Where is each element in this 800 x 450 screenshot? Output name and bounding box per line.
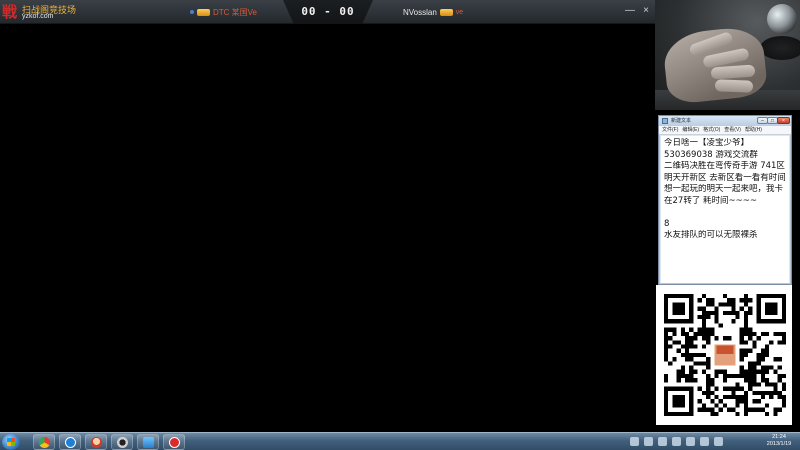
arcade-stick-base xyxy=(760,36,800,60)
webcam-finger xyxy=(714,79,754,93)
score-panel: 00 - 00 xyxy=(283,0,373,24)
notepad-blank-line xyxy=(664,207,786,219)
clock-date: 2013/1/19 xyxy=(766,441,792,447)
side-divider xyxy=(792,110,800,285)
menu-edit[interactable]: 编辑(E) xyxy=(682,126,699,134)
explorer-icon xyxy=(143,437,154,448)
rank-badge-icon xyxy=(197,8,210,16)
tray-app-icon[interactable] xyxy=(658,437,667,446)
player-right: NVosslan ve xyxy=(403,6,463,18)
player-left-name: DTC 某国Ve xyxy=(213,7,258,17)
notepad-line: 530369038 游戏交流群 xyxy=(664,149,758,160)
notepad-line: 8 xyxy=(664,218,670,229)
taskbar-app-chrome[interactable] xyxy=(33,434,55,450)
notepad-line: 二维码决胜在弯传奇手游 741区 xyxy=(664,161,785,171)
stream-viewport xyxy=(0,24,655,432)
stream-title-bar: 戦 扫战阁竞技场 yzkof.com DTC 某国Ve 00 - 00 NVos… xyxy=(0,0,655,24)
taskbar-app-explorer[interactable] xyxy=(137,434,159,450)
player-right-name: NVosslan xyxy=(403,7,437,17)
tray-flag-icon[interactable] xyxy=(714,437,723,446)
notepad-close-button[interactable]: × xyxy=(777,117,790,124)
taskbar-app-obs[interactable] xyxy=(111,434,133,450)
windows-flag-icon xyxy=(7,438,15,446)
clock-time: 21:24 xyxy=(772,434,786,440)
player-left: DTC 某国Ve xyxy=(190,6,257,18)
tray-network-icon[interactable] xyxy=(686,437,695,446)
windows-taskbar: 21:24 2013/1/19 xyxy=(0,432,800,450)
notepad-window: 新建文本 – □ × 文件(F) 编辑(E) 格式(O) 查看(V) 帮助(H)… xyxy=(658,115,792,285)
team-dot-icon xyxy=(190,10,194,14)
game-app-icon xyxy=(169,437,180,448)
rank-badge-icon xyxy=(439,8,453,16)
arcade-stick-ball xyxy=(767,4,797,34)
notepad-line: 明天开新区 去新区看一看有时间 xyxy=(664,172,786,183)
notepad-line: 在27转了 耗时间~~~~ xyxy=(664,195,758,206)
tray-app-icon[interactable] xyxy=(644,437,653,446)
player-right-tag: ve xyxy=(455,8,464,16)
menu-format[interactable]: 格式(O) xyxy=(703,126,720,134)
tray-volume-icon[interactable] xyxy=(700,437,709,446)
taskbar-app-avatar[interactable] xyxy=(85,434,107,450)
taskbar-clock[interactable]: 21:24 2013/1/19 xyxy=(762,434,796,448)
obs-icon xyxy=(117,437,128,448)
notepad-titlebar[interactable]: 新建文本 – □ × xyxy=(659,116,791,126)
notepad-menubar: 文件(F) 编辑(E) 格式(O) 查看(V) 帮助(H) xyxy=(659,126,791,135)
notepad-title: 新建文本 xyxy=(671,118,692,124)
game-avatar-icon xyxy=(91,437,102,448)
tray-keyboard-icon[interactable] xyxy=(630,437,639,446)
match-score: 00 - 00 xyxy=(301,5,355,18)
notepad-text-area[interactable]: 今日啥一【凌宝少爷】 530369038 游戏交流群 二维码决胜在弯传奇手游 7… xyxy=(661,136,789,283)
windows-start-icon[interactable] xyxy=(2,434,20,450)
taskbar-app-game[interactable] xyxy=(163,434,185,450)
menu-view[interactable]: 查看(V) xyxy=(724,126,741,134)
close-button[interactable]: × xyxy=(640,5,652,17)
notepad-line: 想一起玩的明天一起来吧，我卡 xyxy=(664,184,784,194)
minimize-button[interactable]: — xyxy=(624,5,636,17)
menu-file[interactable]: 文件(F) xyxy=(662,126,678,134)
qr-code-panel xyxy=(656,285,792,425)
logo-emblem-icon: 戦 xyxy=(2,3,18,21)
webcam-overlay xyxy=(655,0,800,110)
notepad-line: 今日啥一【凌宝少爷】 xyxy=(664,138,750,148)
site-logo[interactable]: 戦 扫战阁竞技场 yzkof.com xyxy=(2,1,76,23)
menu-help[interactable]: 帮助(H) xyxy=(745,126,762,134)
taskbar-app-kugou[interactable] xyxy=(59,434,81,450)
chrome-icon xyxy=(39,437,50,448)
tray-app-icon[interactable] xyxy=(672,437,681,446)
notepad-icon xyxy=(662,118,668,124)
system-tray xyxy=(630,437,723,446)
logo-domain: yzkof.com xyxy=(22,13,54,20)
notepad-line: 水友排队的可以无限裸杀 xyxy=(664,230,758,240)
qr-code-image xyxy=(664,294,786,416)
kugou-icon xyxy=(65,437,76,448)
